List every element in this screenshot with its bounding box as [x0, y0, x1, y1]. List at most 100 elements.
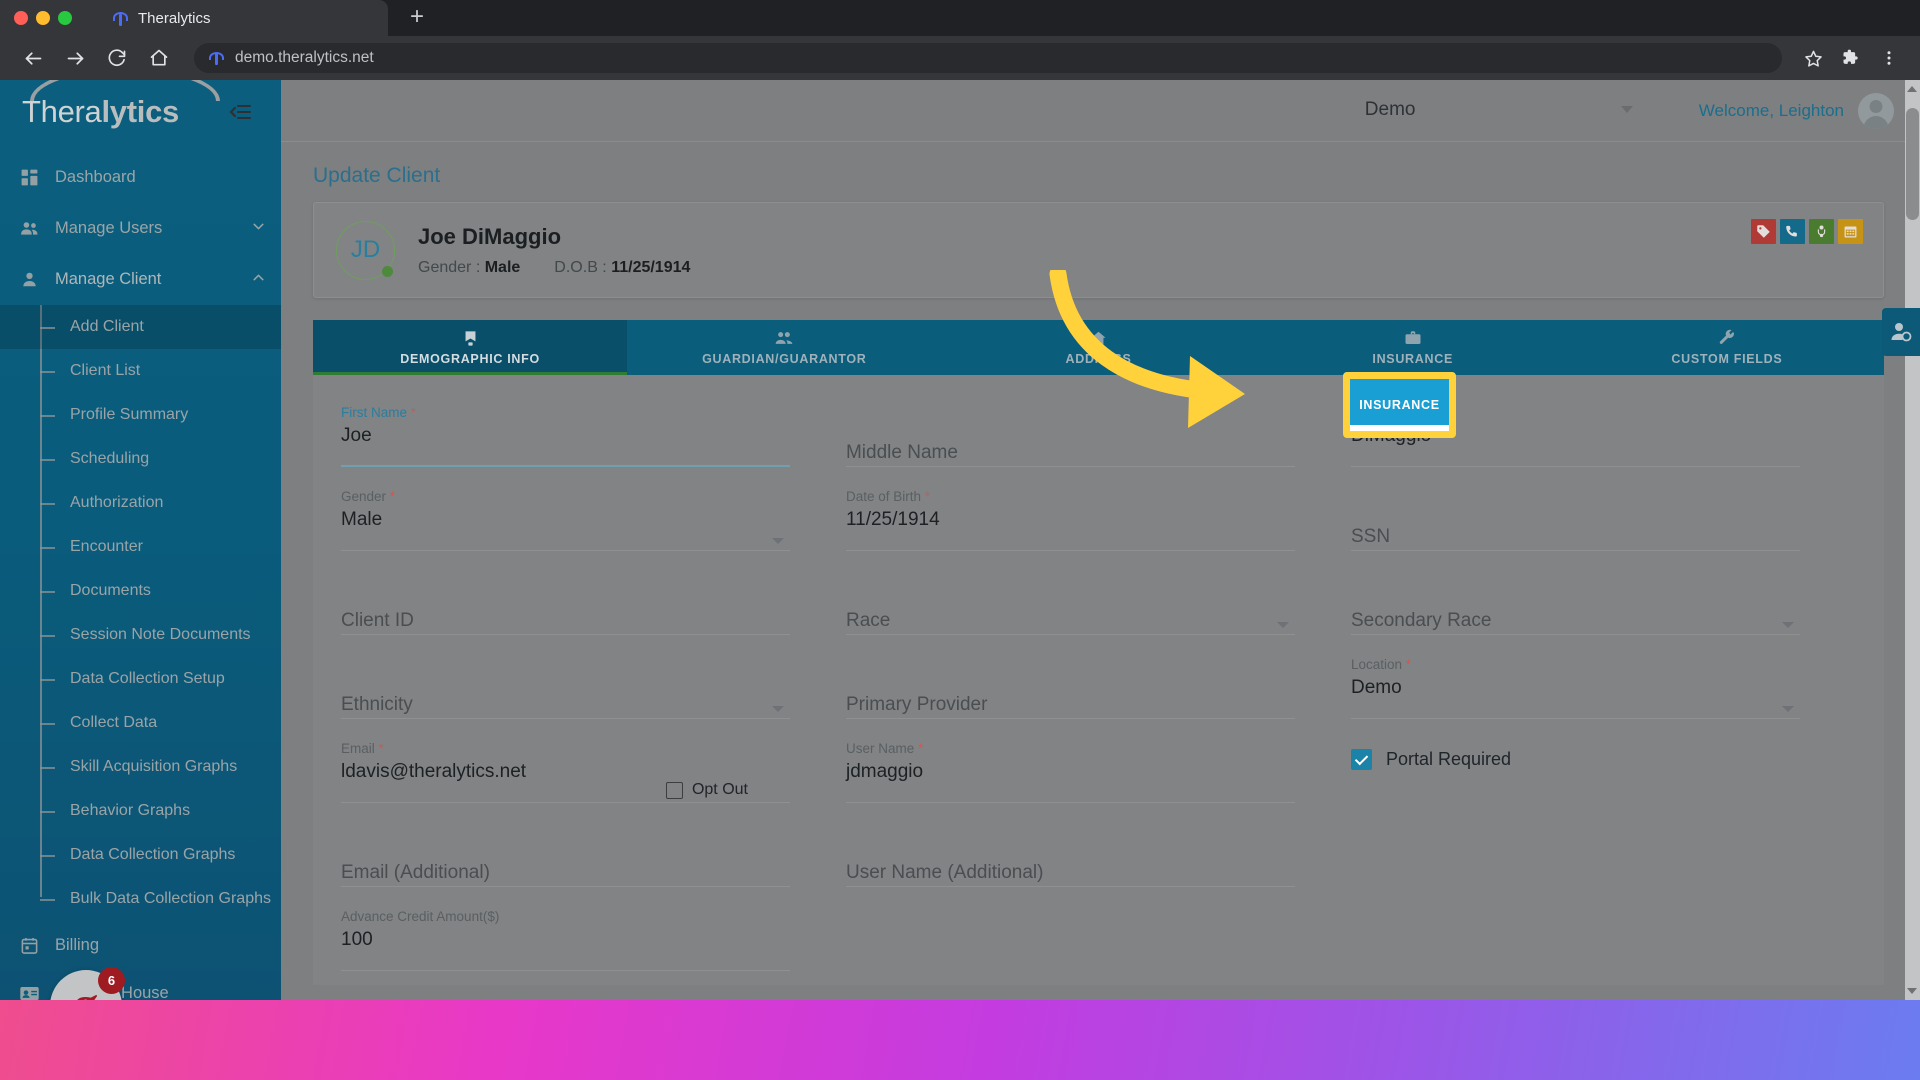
opt-out-checkbox[interactable]	[665, 781, 683, 799]
sidebar-item-dashboard[interactable]: Dashboard	[0, 152, 281, 203]
brand-logo[interactable]: Theralytics	[0, 80, 281, 144]
chevron-down-icon[interactable]	[250, 218, 267, 240]
sidebar-subitem-behavior-graphs[interactable]: Behavior Graphs	[40, 789, 281, 833]
address-bar[interactable]: demo.theralytics.net	[194, 43, 1782, 73]
sidebar-subitem-label: Bulk Data Collection Graphs	[70, 890, 271, 907]
g-badge-letter: g	[74, 979, 99, 1000]
form-row-advance-credit: Advance Credit Amount($) 100	[341, 909, 1856, 993]
doctor-icon[interactable]	[1809, 219, 1834, 244]
maximize-window-button[interactable]	[58, 11, 72, 25]
collapse-sidebar-icon[interactable]	[229, 100, 253, 129]
scroll-down-arrow-icon[interactable]	[1907, 988, 1917, 994]
field-label	[1351, 573, 1800, 590]
field-value[interactable]: 100	[341, 926, 790, 951]
caret-down-icon[interactable]	[1781, 622, 1794, 628]
page-scrollbar[interactable]	[1905, 80, 1920, 1000]
sidebar-item-manage-users[interactable]: Manage Users	[0, 203, 281, 254]
sidebar-subitem-encounter[interactable]: Encounter	[40, 525, 281, 569]
close-window-button[interactable]	[14, 11, 28, 25]
sidebar-subitem-documents[interactable]: Documents	[40, 569, 281, 613]
sidebar-subitem-session-note-documents[interactable]: Session Note Documents	[40, 613, 281, 657]
field-value[interactable]: jdmaggio	[846, 758, 1295, 783]
scroll-up-arrow-icon[interactable]	[1907, 86, 1917, 92]
browser-tab-theralytics[interactable]: Theralytics	[98, 0, 388, 36]
caret-down-icon[interactable]	[1276, 622, 1289, 628]
sidebar-subitem-skill-acquisition-graphs[interactable]: Skill Acquisition Graphs	[40, 745, 281, 789]
annotation-highlight-insurance-tab[interactable]: INSURANCE	[1343, 372, 1456, 438]
forward-arrow-icon[interactable]	[56, 39, 94, 77]
field-placeholder[interactable]: Middle Name	[846, 422, 1295, 464]
sidebar-subitem-add-client[interactable]: Add Client	[0, 305, 281, 349]
field-value[interactable]: Male	[341, 506, 790, 531]
field-placeholder[interactable]: Race	[846, 590, 1295, 632]
person-icon	[18, 270, 40, 289]
field-placeholder[interactable]: SSN	[1351, 506, 1800, 548]
field-value[interactable]: Demo	[1351, 674, 1800, 699]
field-placeholder[interactable]: Client ID	[341, 590, 790, 632]
client-meta: Gender : Male D.O.B : 11/25/1914	[418, 259, 690, 277]
field-placeholder[interactable]: Email (Additional)	[341, 842, 790, 884]
client-profile-flyout-icon[interactable]	[1882, 308, 1920, 356]
field-placeholder[interactable]: Secondary Race	[1351, 590, 1800, 632]
tag-icon[interactable]	[1751, 219, 1776, 244]
sidebar-subitem-bulk-data-collection-graphs[interactable]: Bulk Data Collection Graphs	[40, 877, 281, 921]
portal-required-checkbox-row[interactable]: Portal Required	[1350, 749, 1511, 770]
caret-down-icon[interactable]	[771, 706, 784, 712]
sidebar-item-manage-client[interactable]: Manage Client	[0, 254, 281, 305]
field-value[interactable]: 11/25/1914	[846, 506, 1295, 531]
field-label	[1351, 489, 1800, 506]
opt-out-checkbox-row[interactable]: Opt Out	[665, 781, 748, 799]
caret-down-icon[interactable]	[771, 538, 784, 544]
tab-label: ADDRESS	[1065, 351, 1132, 366]
calendar-icon[interactable]	[1838, 219, 1863, 244]
form-row-names: First Name * Joe Middle Name	[341, 405, 1856, 489]
field-value[interactable]: ldavis@theralytics.net	[341, 758, 790, 783]
sidebar-subitem-data-collection-setup[interactable]: Data Collection Setup	[40, 657, 281, 701]
tab-custom-fields[interactable]: CUSTOM FIELDS	[1570, 320, 1884, 375]
tab-insurance[interactable]: INSURANCE	[1256, 320, 1570, 375]
user-avatar-icon[interactable]	[1858, 92, 1894, 129]
tab-address[interactable]: ADDRESS	[941, 320, 1255, 375]
sidebar-subitem-label: Profile Summary	[70, 406, 189, 423]
sidebar-item-billing[interactable]: Billing	[0, 921, 281, 969]
new-tab-button[interactable]: +	[400, 2, 434, 34]
browser-tab-title: Theralytics	[138, 9, 211, 27]
field-placeholder[interactable]: User Name (Additional)	[846, 842, 1295, 884]
required-marker: *	[389, 489, 396, 504]
field-advance-credit-amount: Advance Credit Amount($) 100	[341, 909, 846, 993]
sidebar-subitem-profile-summary[interactable]: Profile Summary	[40, 393, 281, 437]
home-icon[interactable]	[140, 39, 178, 77]
tab-demographic-info[interactable]: DEMOGRAPHIC INFO	[313, 320, 628, 375]
caret-down-icon[interactable]	[1781, 706, 1794, 712]
field-label	[846, 657, 1295, 674]
tab-guardian-guarantor[interactable]: GUARDIAN/GUARANTOR	[627, 320, 941, 375]
form-row-email-username-portal: Email * ldavis@theralytics.net Opt Out U…	[341, 741, 1856, 825]
sidebar-subitem-client-list[interactable]: Client List	[40, 349, 281, 393]
tab-label: INSURANCE	[1372, 351, 1454, 366]
sidebar-subitem-authorization[interactable]: Authorization	[40, 481, 281, 525]
browser-chrome: Theralytics + demo.theralytics.net	[0, 0, 1920, 80]
field-placeholder[interactable]: Primary Provider	[846, 674, 1295, 716]
sidebar-subitem-data-collection-graphs[interactable]: Data Collection Graphs	[40, 833, 281, 877]
chevron-up-icon[interactable]	[250, 269, 267, 291]
puzzle-icon[interactable]	[1834, 41, 1868, 75]
reload-icon[interactable]	[98, 39, 136, 77]
portal-required-checkbox[interactable]	[1350, 749, 1372, 770]
field-placeholder[interactable]: Ethnicity	[341, 674, 790, 716]
sidebar-item-clearing-house[interactable]: Clearing House	[0, 969, 281, 1000]
minimize-window-button[interactable]	[36, 11, 50, 25]
form-row-gender-dob-ssn: Gender * Male Date of Birth * 11/25/1914	[341, 489, 1856, 573]
sidebar-subitem-label: Documents	[70, 582, 151, 599]
phone-icon[interactable]	[1780, 219, 1805, 244]
location-select[interactable]: Demo	[1365, 99, 1633, 123]
field-value[interactable]: Joe	[341, 422, 790, 447]
kebab-menu-icon[interactable]	[1872, 41, 1906, 75]
field-underline	[1350, 550, 1800, 551]
star-icon[interactable]	[1796, 41, 1830, 75]
back-arrow-icon[interactable]	[14, 39, 52, 77]
field-underline	[845, 718, 1295, 719]
sidebar-subitem-scheduling[interactable]: Scheduling	[40, 437, 281, 481]
tab-label: CUSTOM FIELDS	[1671, 351, 1783, 366]
page-scrollbar-thumb[interactable]	[1906, 108, 1919, 220]
sidebar-subitem-collect-data[interactable]: Collect Data	[40, 701, 281, 745]
